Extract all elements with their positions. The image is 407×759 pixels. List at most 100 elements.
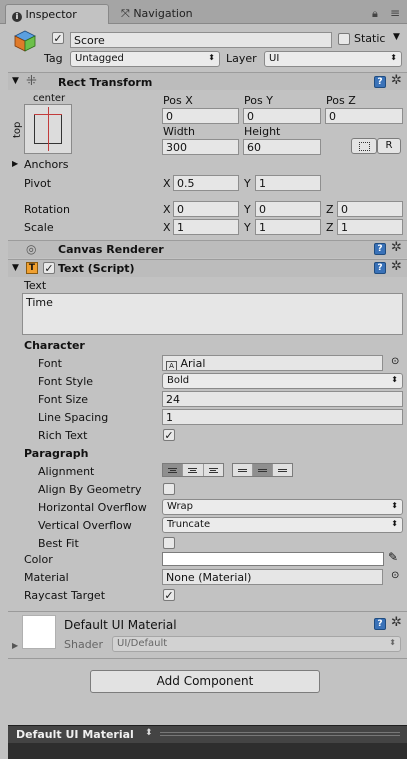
info-icon: i (12, 12, 22, 22)
foldout-collapsed-icon[interactable]: ▶ (12, 641, 18, 650)
align-left-button[interactable] (163, 464, 184, 476)
rich-text-checkbox[interactable]: ✓ (163, 429, 175, 441)
text-enabled-checkbox[interactable]: ✓ (43, 262, 55, 274)
scale-z-label: Z (326, 221, 334, 234)
align-by-geometry-checkbox[interactable] (163, 483, 175, 495)
chevron-icon: ⬍ (208, 53, 215, 62)
font-label: Font (38, 357, 62, 370)
raycast-target-checkbox[interactable]: ✓ (163, 589, 175, 601)
font-field[interactable]: A Arial (162, 355, 383, 371)
rect-transform-icon: ⁜ (26, 74, 37, 89)
font-size-label: Font Size (38, 393, 89, 406)
align-top-button[interactable] (233, 464, 253, 476)
paragraph-section-label: Paragraph (24, 447, 89, 460)
foldout-collapsed-icon[interactable]: ▶ (12, 159, 18, 168)
tab-navigation[interactable]: ⤧ Navigation (115, 4, 225, 24)
line-spacing-field[interactable]: 1 (162, 409, 403, 425)
help-icon[interactable]: ? (374, 618, 386, 630)
canvas-renderer-icon: ◎ (26, 242, 37, 256)
rotation-y-field[interactable]: 0 (255, 201, 321, 217)
gameobject-active-checkbox[interactable]: ✓ (52, 32, 64, 44)
menu-icon[interactable]: ≡ (390, 6, 400, 20)
navigation-icon: ⤧ (121, 7, 130, 20)
tag-value: Untagged (75, 53, 124, 64)
gear-icon[interactable]: ✲ (391, 74, 402, 87)
tab-navigation-label: Navigation (133, 7, 193, 20)
vertical-overflow-label: Vertical Overflow (38, 519, 132, 532)
rect-transform-title: Rect Transform (58, 76, 153, 89)
text-component-icon: T (26, 262, 38, 274)
scale-y-field[interactable]: 1 (255, 219, 321, 235)
lock-icon[interactable]: 🔒︎ (372, 7, 378, 21)
color-swatch[interactable] (162, 552, 384, 566)
anchor-presets-button[interactable] (24, 104, 72, 154)
gear-icon[interactable]: ✲ (391, 241, 402, 254)
text-label: Text (24, 279, 47, 292)
scale-x-field[interactable]: 1 (173, 219, 239, 235)
vertical-overflow-dropdown[interactable]: Truncate ⬍ (162, 517, 403, 533)
material-name: Default UI Material (64, 618, 177, 632)
pivot-y-field[interactable]: 1 (255, 175, 321, 191)
gameobject-cube-icon (14, 30, 36, 52)
blueprint-mode-button[interactable] (351, 138, 377, 154)
blueprint-icon (358, 142, 370, 151)
scale-z-field[interactable]: 1 (337, 219, 403, 235)
foldout-expanded-icon[interactable]: ▼ (12, 76, 19, 86)
gear-icon[interactable]: ✲ (391, 616, 402, 629)
anchors-label[interactable]: Anchors (24, 158, 69, 171)
static-checkbox[interactable] (338, 33, 350, 45)
help-icon[interactable]: ? (374, 76, 386, 88)
tag-dropdown[interactable]: Untagged ⬍ (70, 51, 220, 67)
color-label: Color (24, 553, 53, 566)
tag-label: Tag (44, 52, 63, 65)
pos-x-label: Pos X (163, 94, 193, 107)
width-field[interactable]: 300 (162, 139, 239, 155)
pivot-x-field[interactable]: 0.5 (173, 175, 239, 191)
scale-x-label: X (163, 221, 171, 234)
align-right-button[interactable] (204, 464, 223, 476)
material-field[interactable]: None (Material) (162, 569, 383, 585)
text-script-title: Text (Script) (58, 262, 135, 275)
object-picker-icon[interactable]: ⊙ (391, 356, 399, 367)
pos-x-field[interactable]: 0 (162, 108, 239, 124)
height-field[interactable]: 60 (243, 139, 321, 155)
pos-y-field[interactable]: 0 (243, 108, 321, 124)
object-picker-icon[interactable]: ⊙ (391, 570, 399, 581)
font-style-dropdown[interactable]: Bold ⬍ (162, 373, 403, 389)
gameobject-name-field[interactable]: Score (70, 32, 332, 48)
static-dropdown-arrow-icon[interactable]: ▼ (393, 32, 400, 42)
chevron-icon: ⬍ (391, 501, 398, 510)
scale-label: Scale (24, 221, 54, 234)
horizontal-overflow-dropdown[interactable]: Wrap ⬍ (162, 499, 403, 515)
align-middle-button[interactable] (253, 464, 273, 476)
horizontal-alignment-group (162, 463, 224, 477)
align-bottom-button[interactable] (273, 464, 292, 476)
shader-dropdown[interactable]: UI/Default ⬍ (112, 636, 401, 652)
layer-dropdown[interactable]: UI ⬍ (264, 51, 402, 67)
preview-header[interactable]: Default UI Material ⬍ (8, 725, 407, 743)
font-size-field[interactable]: 24 (162, 391, 403, 407)
pivot-label: Pivot (24, 177, 52, 190)
rotation-x-field[interactable]: 0 (173, 201, 239, 217)
help-icon[interactable]: ? (374, 243, 386, 255)
eyedropper-icon[interactable]: ✎ (388, 550, 398, 564)
rotation-z-field[interactable]: 0 (337, 201, 403, 217)
help-icon[interactable]: ? (374, 262, 386, 274)
vertical-overflow-value: Truncate (167, 519, 211, 530)
layer-label: Layer (226, 52, 257, 65)
vertical-alignment-group (232, 463, 293, 477)
foldout-expanded-icon[interactable]: ▼ (12, 263, 19, 273)
rich-text-label: Rich Text (38, 429, 88, 442)
font-asset-icon: A (166, 361, 177, 370)
best-fit-checkbox[interactable] (163, 537, 175, 549)
pos-z-field[interactable]: 0 (325, 108, 403, 124)
align-center-button[interactable] (183, 464, 204, 476)
pos-y-label: Pos Y (244, 94, 273, 107)
raw-edit-button[interactable]: R (377, 138, 401, 154)
tab-inspector[interactable]: i Inspector (5, 4, 109, 24)
drag-handle[interactable] (160, 732, 400, 733)
pivot-x-label: X (163, 177, 171, 190)
gear-icon[interactable]: ✲ (391, 260, 402, 273)
text-area[interactable]: Time (22, 293, 403, 335)
add-component-button[interactable]: Add Component (90, 670, 320, 693)
